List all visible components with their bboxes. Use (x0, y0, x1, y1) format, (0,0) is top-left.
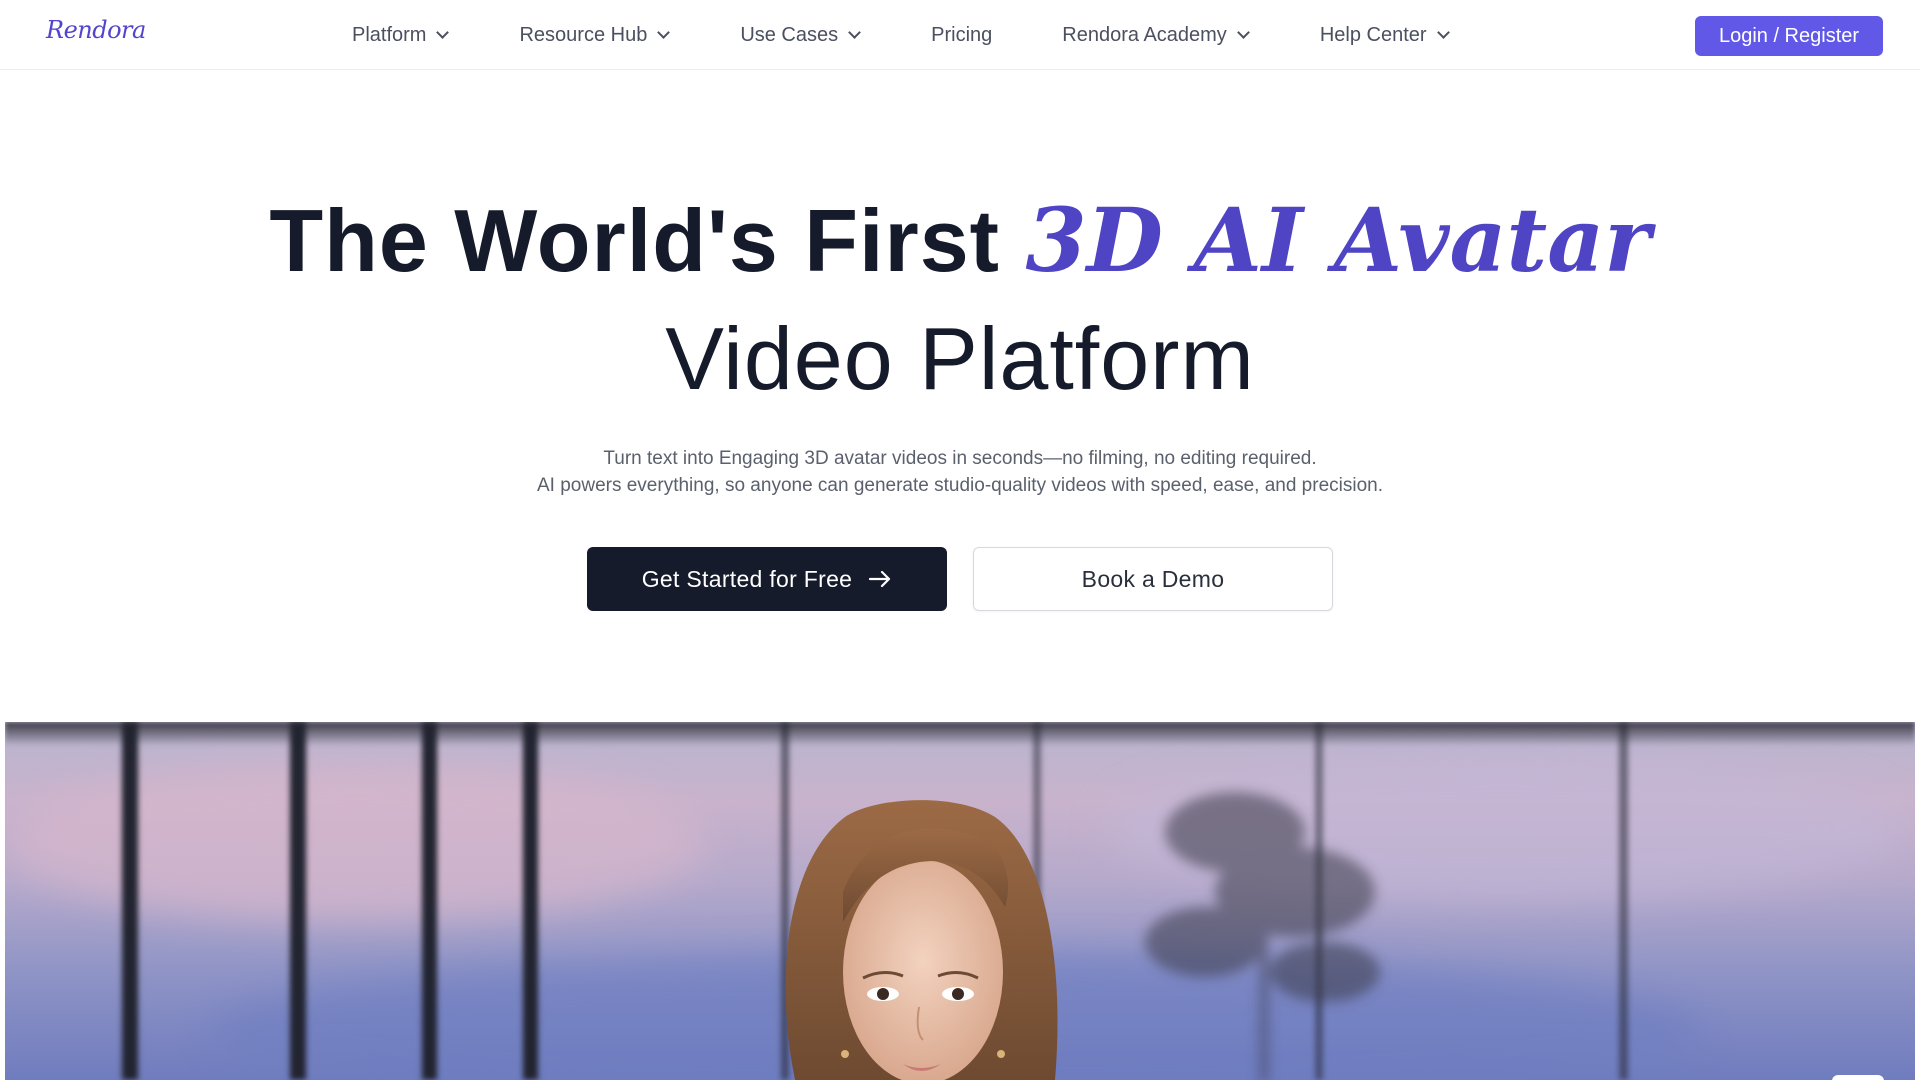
book-demo-button[interactable]: Book a Demo (973, 547, 1333, 611)
nav-item-label: Resource Hub (519, 23, 648, 46)
chevron-down-icon (1436, 26, 1450, 39)
brand-logo[interactable]: Rendora (46, 16, 146, 44)
chevron-down-icon (657, 26, 671, 39)
nav-item-label: Rendora Academy (1062, 23, 1227, 46)
hero-title-accent: 3D AI Avatar (1025, 188, 1651, 292)
nav-item-help-center[interactable]: Help Center (1319, 23, 1450, 47)
hero-title: The World's First 3D AI Avatar (0, 188, 1920, 292)
nav-item-pricing[interactable]: Pricing (931, 24, 992, 47)
hero-subtitle-line1: Turn text into Engaging 3D avatar videos… (603, 448, 1317, 469)
arrow-right-icon (868, 570, 892, 588)
hero-video-preview[interactable] (5, 722, 1915, 1080)
get-started-label: Get Started for Free (641, 565, 853, 592)
nav-item-platform[interactable]: Platform (352, 23, 450, 47)
avatar-figure (785, 792, 1380, 1080)
nav-item-use-cases[interactable]: Use Cases (740, 23, 861, 47)
tree-silhouette (1145, 792, 1380, 1080)
chevron-down-icon (436, 26, 450, 39)
nav-item-label: Pricing (931, 23, 993, 46)
top-navbar: Rendora Platform Resource Hub Use Cases … (0, 0, 1920, 70)
video-control-chip[interactable] (1832, 1075, 1884, 1080)
hero-title-line2: Video Platform (665, 309, 1255, 408)
nav-item-label: Use Cases (740, 23, 839, 46)
hero-subtitle-line2: AI powers everything, so anyone can gene… (536, 475, 1383, 496)
get-started-button[interactable]: Get Started for Free (587, 547, 947, 611)
nav-item-resource-hub[interactable]: Resource Hub (519, 23, 671, 47)
main-nav: Platform Resource Hub Use Cases Pricing … (352, 0, 1450, 70)
hero-title-prefix: The World's First (269, 191, 1026, 290)
login-register-button[interactable]: Login / Register (1695, 16, 1883, 56)
nav-item-label: Platform (352, 23, 427, 46)
chevron-down-icon (848, 26, 861, 39)
chevron-down-icon (1236, 26, 1250, 39)
nav-item-rendora-academy[interactable]: Rendora Academy (1062, 23, 1250, 47)
nav-item-label: Help Center (1319, 23, 1427, 46)
